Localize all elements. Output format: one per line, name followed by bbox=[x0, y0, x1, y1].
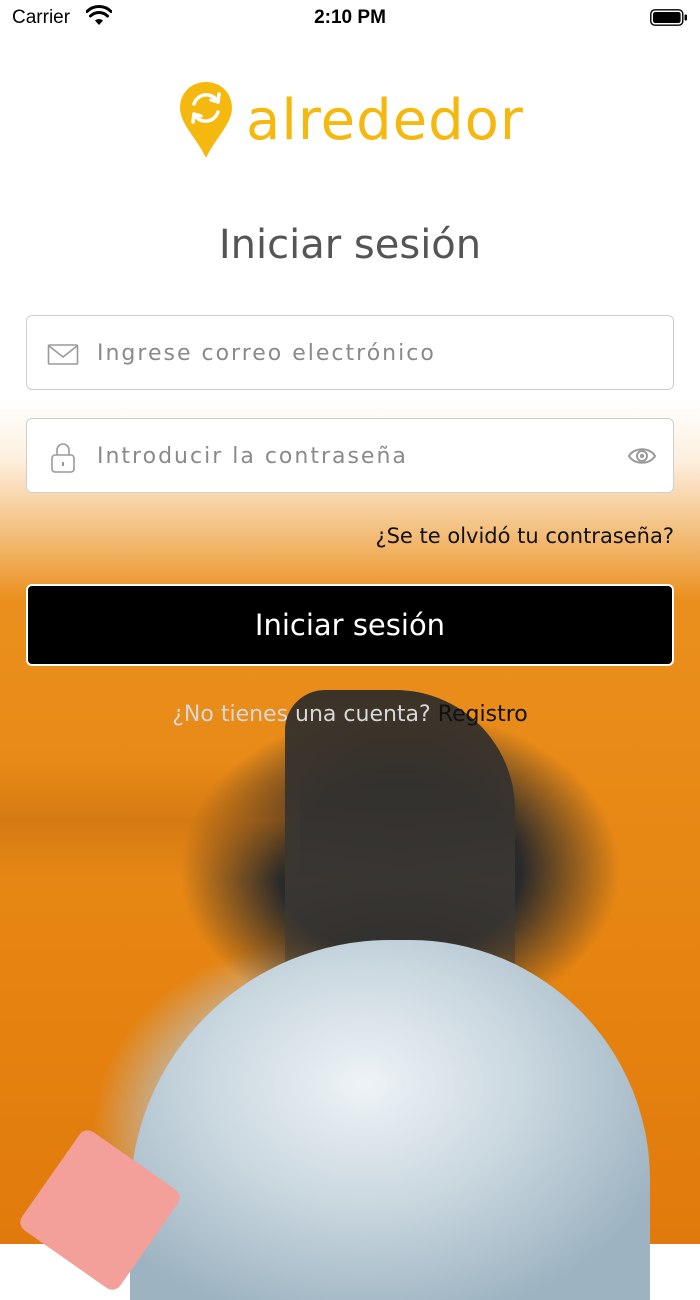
brand-logo: alrededor bbox=[178, 80, 538, 162]
envelope-icon bbox=[47, 344, 79, 365]
password-input[interactable] bbox=[95, 419, 619, 493]
register-link[interactable]: Registro bbox=[438, 702, 528, 727]
brand-name: alrededor bbox=[246, 88, 524, 153]
password-field[interactable] bbox=[26, 418, 674, 493]
status-bar: Carrier 2:10 PM bbox=[0, 0, 700, 36]
page-title: Iniciar sesión bbox=[218, 222, 482, 268]
forgot-password-link[interactable]: ¿Se te olvidó tu contraseña? bbox=[375, 524, 674, 548]
eye-icon[interactable] bbox=[627, 443, 657, 469]
battery-icon bbox=[650, 9, 687, 26]
background-fabric-fold bbox=[0, 760, 300, 880]
no-account-text: ¿No tienes una cuenta? bbox=[172, 702, 431, 727]
login-button[interactable]: Iniciar sesión bbox=[26, 584, 674, 666]
email-input[interactable] bbox=[95, 316, 619, 390]
signup-prompt: ¿No tienes una cuenta? Registro bbox=[0, 702, 700, 727]
lock-icon bbox=[51, 443, 75, 473]
location-pin-icon bbox=[180, 82, 232, 158]
clock: 2:10 PM bbox=[314, 7, 386, 28]
email-field[interactable] bbox=[26, 315, 674, 390]
